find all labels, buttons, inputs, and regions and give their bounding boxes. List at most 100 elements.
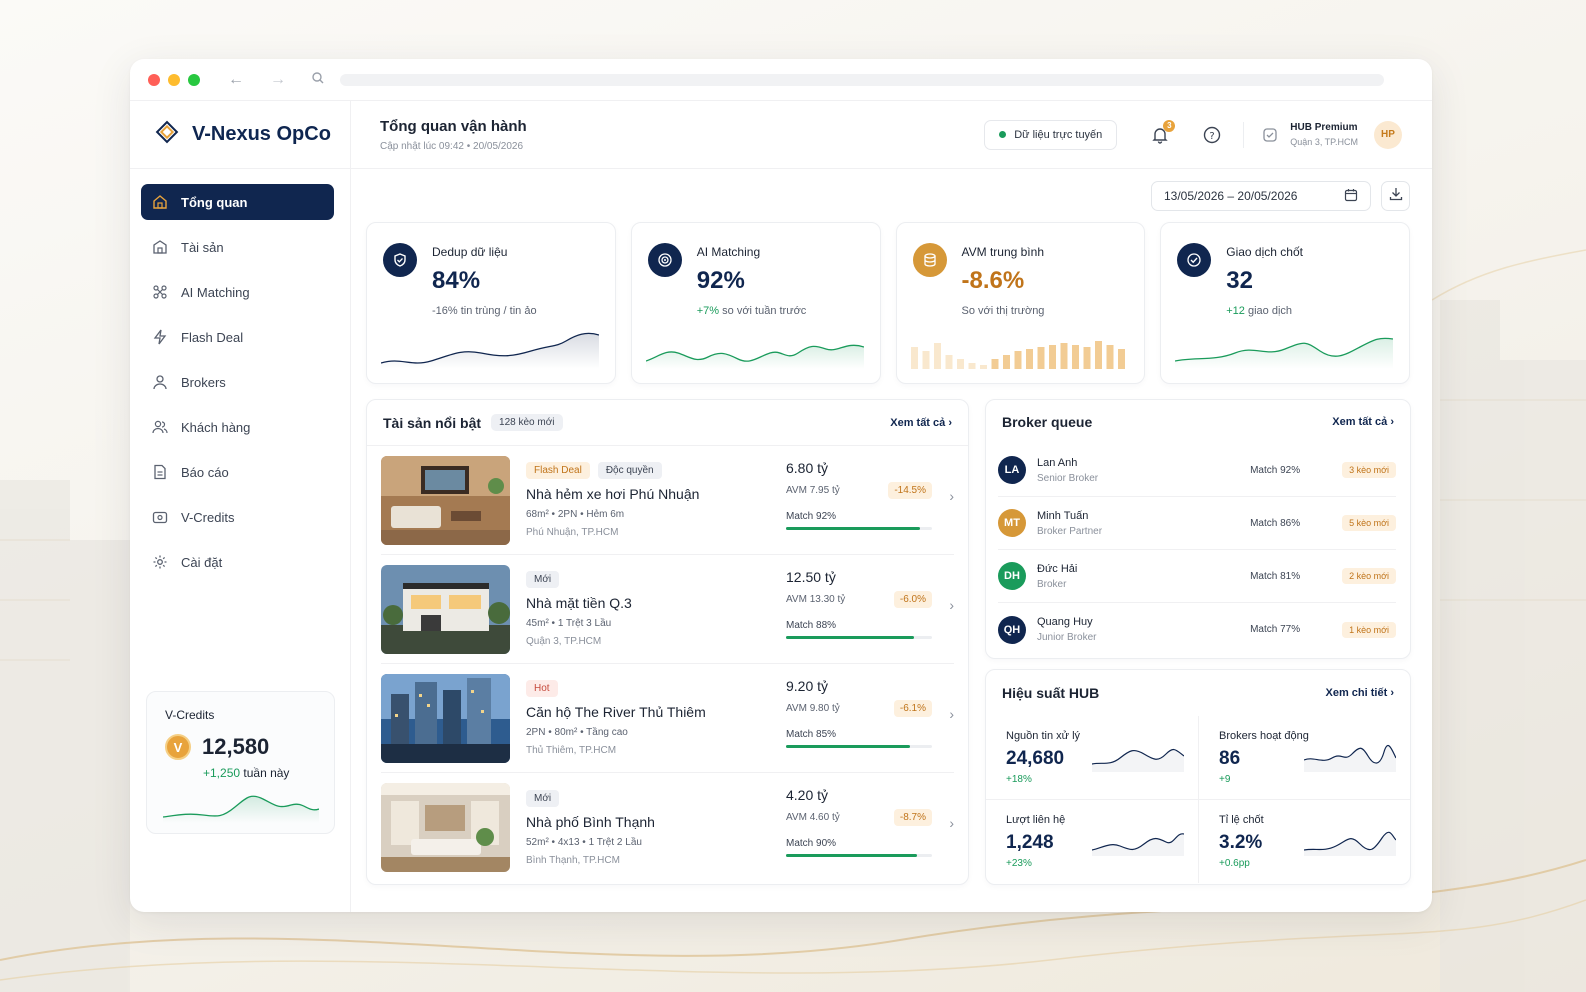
chevron-right-icon[interactable]: ›	[949, 488, 954, 504]
hub-info[interactable]: HUB Premium Quận 3, TP.HCM	[1290, 122, 1358, 147]
kpi-card-0[interactable]: Dedup dữ liệu 84% -16% tin trùng / tin ả…	[366, 222, 616, 384]
avatar[interactable]: HP	[1374, 120, 1402, 149]
listing-item[interactable]: Hot Căn hộ The River Thủ Thiêm 2PN • 80m…	[381, 664, 954, 773]
help-icon[interactable]: ?	[1203, 126, 1221, 144]
listing-price: 12.50 tỷ	[786, 569, 836, 585]
kpi-sparkline	[1175, 337, 1394, 369]
sidebar-item-network[interactable]: AI Matching	[141, 274, 334, 310]
chevron-right-icon[interactable]: ›	[949, 706, 954, 722]
match-bar	[786, 854, 932, 857]
sidebar: V-Nexus OpCo Tổng quan Tài sản AI Matching…	[130, 101, 351, 912]
perf-delta: +9	[1219, 774, 1231, 785]
url-bar[interactable]	[340, 73, 1384, 86]
broker-name: Minh Tuấn	[1037, 509, 1089, 522]
sidebar-item-users[interactable]: Khách hàng	[141, 409, 334, 445]
credits-value: 12,580	[202, 734, 270, 759]
match-bar-fill	[786, 636, 915, 639]
maximize-dot[interactable]	[188, 73, 200, 86]
broker-view-all-link[interactable]: Xem tất cả ›	[1332, 416, 1394, 428]
hub-perf-cell[interactable]: Lượt liên hệ 1,248 +23%	[986, 799, 1198, 883]
download-button[interactable]	[1381, 181, 1410, 211]
kpi-label: AVM trung bình	[961, 245, 1045, 259]
sidebar-item-wallet[interactable]: V-Credits	[141, 499, 334, 535]
kpi-card-2[interactable]: AVM trung bình -8.6% So với thị trường	[895, 222, 1146, 384]
listing-photo[interactable]	[381, 564, 510, 654]
broker-role: Broker Partner	[1037, 525, 1103, 537]
kpi-sparkline	[381, 332, 599, 369]
close-dot[interactable]	[148, 73, 160, 86]
network-icon	[152, 284, 168, 300]
date-controls: 13/05/2026 – 20/05/2026	[1151, 181, 1410, 211]
broker-match: Match 86%	[1250, 517, 1301, 529]
sidebar-item-building[interactable]: Tài sản	[141, 229, 334, 265]
featured-view-all-link[interactable]: Xem tất cả ›	[890, 417, 952, 429]
date-range-picker[interactable]: 13/05/2026 – 20/05/2026	[1151, 181, 1371, 211]
broker-row[interactable]: DH Đức Hải Broker Match 81% 2 kèo mới	[998, 550, 1396, 603]
minimize-dot[interactable]	[168, 73, 180, 86]
listing-item[interactable]: Mới Nhà phố Bình Thạnh 52m² • 4x13 • 1 T…	[381, 773, 954, 882]
avm-bar	[991, 359, 998, 369]
listing-location: Phú Nhuận, TP.HCM	[526, 527, 619, 538]
listing-item[interactable]: Mới Nhà mặt tiền Q.3 45m² • 1 Trệt 3 Lầu…	[381, 555, 954, 664]
brand[interactable]: V-Nexus OpCo	[130, 101, 350, 169]
broker-row[interactable]: MT Minh Tuấn Broker Partner Match 86% 5 …	[998, 497, 1396, 550]
svg-text:?: ?	[1210, 131, 1215, 142]
user-icon	[152, 374, 168, 390]
live-status-pill[interactable]: Dữ liệu trực tuyến	[984, 119, 1118, 150]
notification-badge: 3	[1163, 119, 1176, 132]
sidebar-item-label: Tổng quan	[181, 194, 248, 210]
sidebar-item-gear[interactable]: Cài đặt	[141, 544, 334, 580]
perf-delta: +23%	[1006, 858, 1032, 869]
back-arrow-icon[interactable]: ←	[226, 71, 246, 89]
kpi-card-3[interactable]: Giao dịch chốt 32 +12 giao dịch	[1160, 222, 1410, 384]
listing-tag: Mới	[526, 789, 560, 807]
listing-photo[interactable]	[381, 673, 510, 763]
avm-bar	[922, 351, 929, 369]
live-status-label: Dữ liệu trực tuyến	[1014, 128, 1103, 141]
listing-photo[interactable]	[381, 455, 510, 545]
match-bar-fill	[786, 527, 921, 530]
broker-name: Lan Anh	[1037, 456, 1078, 469]
broker-role: Senior Broker	[1037, 472, 1099, 484]
broker-queue-title: Broker queue	[1002, 414, 1093, 430]
listing-match-label: Match 85%	[786, 729, 837, 740]
kpi-value: 84%	[432, 267, 481, 294]
avm-bar	[1025, 349, 1033, 369]
sidebar-item-report[interactable]: Báo cáo	[141, 454, 334, 490]
avm-bar	[956, 359, 964, 369]
listing-diff-badge: -14.5%	[888, 482, 932, 499]
sidebar-item-home[interactable]: Tổng quan	[141, 184, 334, 220]
perf-delta: +0.6pp	[1219, 858, 1250, 869]
listing-location: Thủ Thiêm, TP.HCM	[526, 745, 617, 756]
match-bar	[786, 745, 932, 748]
sidebar-item-label: AI Matching	[181, 284, 250, 300]
listing-item[interactable]: Flash Deal Độc quyền Nhà hẻm xe hơi Phú N…	[381, 446, 954, 555]
perf-sparkline	[1092, 833, 1184, 856]
chevron-right-icon[interactable]: ›	[949, 815, 954, 831]
target-icon	[647, 243, 682, 277]
hub-perf-cell[interactable]: Brokers hoạt động 86 +9	[1198, 716, 1410, 799]
hub-perf-detail-link[interactable]: Xem chi tiết ›	[1326, 687, 1394, 699]
match-bar	[786, 636, 932, 639]
sidebar-item-bolt[interactable]: Flash Deal	[141, 319, 334, 355]
broker-deals-badge: 2 kèo mới	[1342, 568, 1396, 584]
kpi-value: 32	[1226, 267, 1253, 294]
bell-icon[interactable]: 3	[1151, 119, 1176, 144]
broker-name: Đức Hải	[1037, 562, 1078, 575]
chevron-right-icon[interactable]: ›	[949, 597, 954, 613]
broker-row[interactable]: LA Lan Anh Senior Broker Match 92% 3 kèo…	[998, 444, 1396, 497]
coin-icon: V	[165, 734, 191, 760]
credits-card[interactable]: V-Credits V 12,580 +1,250 tuần này	[146, 691, 335, 834]
browser-chrome: ← →	[130, 59, 1432, 101]
kpi-sub: +7% so với tuần trước	[696, 305, 807, 317]
hub-perf-cell[interactable]: Nguồn tin xử lý 24,680 +18%	[986, 716, 1198, 799]
listing-diff-badge: -6.0%	[893, 591, 932, 608]
forward-arrow-icon[interactable]: →	[268, 71, 288, 89]
listing-photo[interactable]	[381, 783, 510, 872]
kpi-value: -8.6%	[961, 267, 1025, 294]
broker-row[interactable]: QH Quang Huy Junior Broker Match 77% 1 k…	[998, 603, 1396, 656]
kpi-card-1[interactable]: AI Matching 92% +7% so với tuần trước	[630, 222, 881, 384]
hub-perf-cell[interactable]: Tỉ lệ chốt 3.2% +0.6pp	[1198, 799, 1410, 883]
sidebar-item-user[interactable]: Brokers	[141, 364, 334, 400]
avm-bar	[968, 363, 975, 369]
